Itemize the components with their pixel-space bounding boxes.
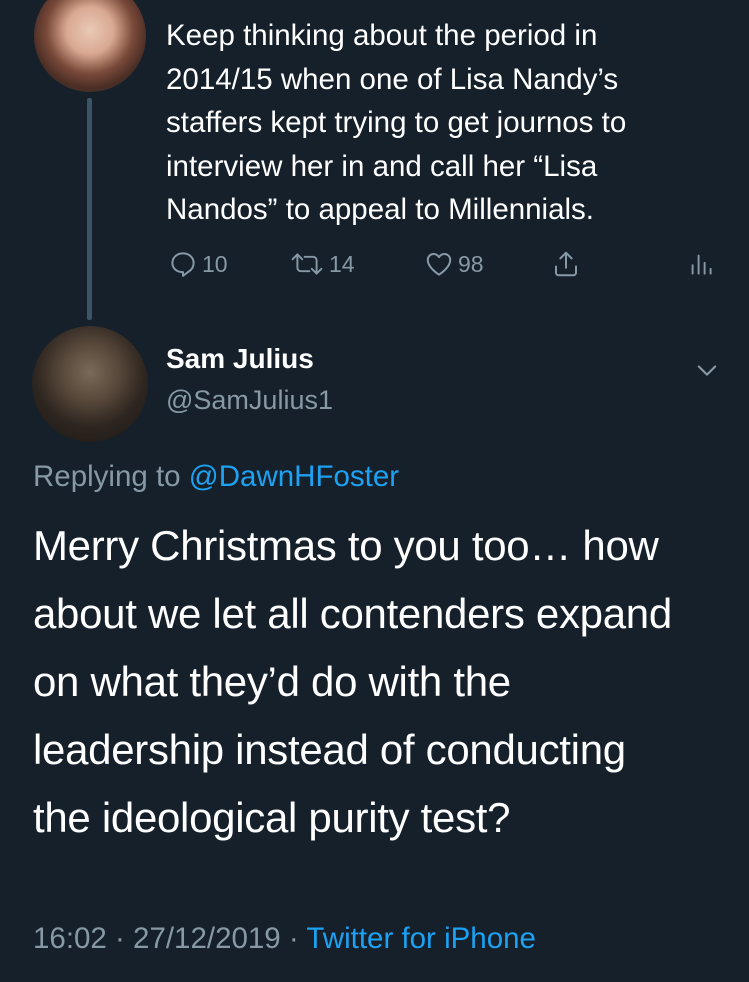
tweet-metadata: 16:02 · 27/12/2019 · Twitter for iPhone (33, 922, 536, 956)
tweet-time: 16:02 (33, 922, 107, 955)
reply-count: 10 (202, 250, 228, 277)
like-count: 98 (458, 250, 484, 277)
parent-author-avatar[interactable] (34, 0, 146, 92)
parent-tweet-text: Keep thinking about the period in 2014/1… (166, 19, 627, 226)
share-action[interactable] (551, 249, 581, 279)
parent-tweet-actions: 10 14 98 (0, 249, 749, 281)
tweet-source[interactable]: Twitter for iPhone (306, 922, 536, 955)
thread-connector-line (87, 98, 92, 320)
tweet-date: 27/12/2019 (133, 922, 281, 955)
author-handle[interactable]: @SamJulius1 (166, 385, 333, 416)
chevron-down-icon[interactable] (693, 356, 721, 389)
analytics-action[interactable] (689, 249, 713, 279)
tweet-text: Merry Christmas to you too… how about we… (33, 522, 672, 841)
meta-separator-2: · (280, 922, 307, 955)
replying-to-mention[interactable]: @DawnHFoster (189, 460, 399, 493)
meta-separator-1: · (106, 922, 134, 955)
author-name[interactable]: Sam Julius (166, 343, 314, 375)
retweet-icon (289, 249, 325, 279)
analytics-icon (689, 249, 713, 279)
author-avatar[interactable] (32, 326, 148, 442)
heart-icon (424, 249, 454, 279)
reply-action[interactable]: 10 (168, 249, 228, 279)
retweet-count: 14 (329, 250, 355, 277)
like-action[interactable]: 98 (424, 249, 484, 279)
share-icon (551, 249, 581, 279)
replying-to-label: Replying to (33, 460, 189, 493)
replying-to: Replying to @DawnHFoster (33, 460, 399, 494)
reply-icon (168, 249, 198, 279)
retweet-action[interactable]: 14 (289, 249, 355, 279)
